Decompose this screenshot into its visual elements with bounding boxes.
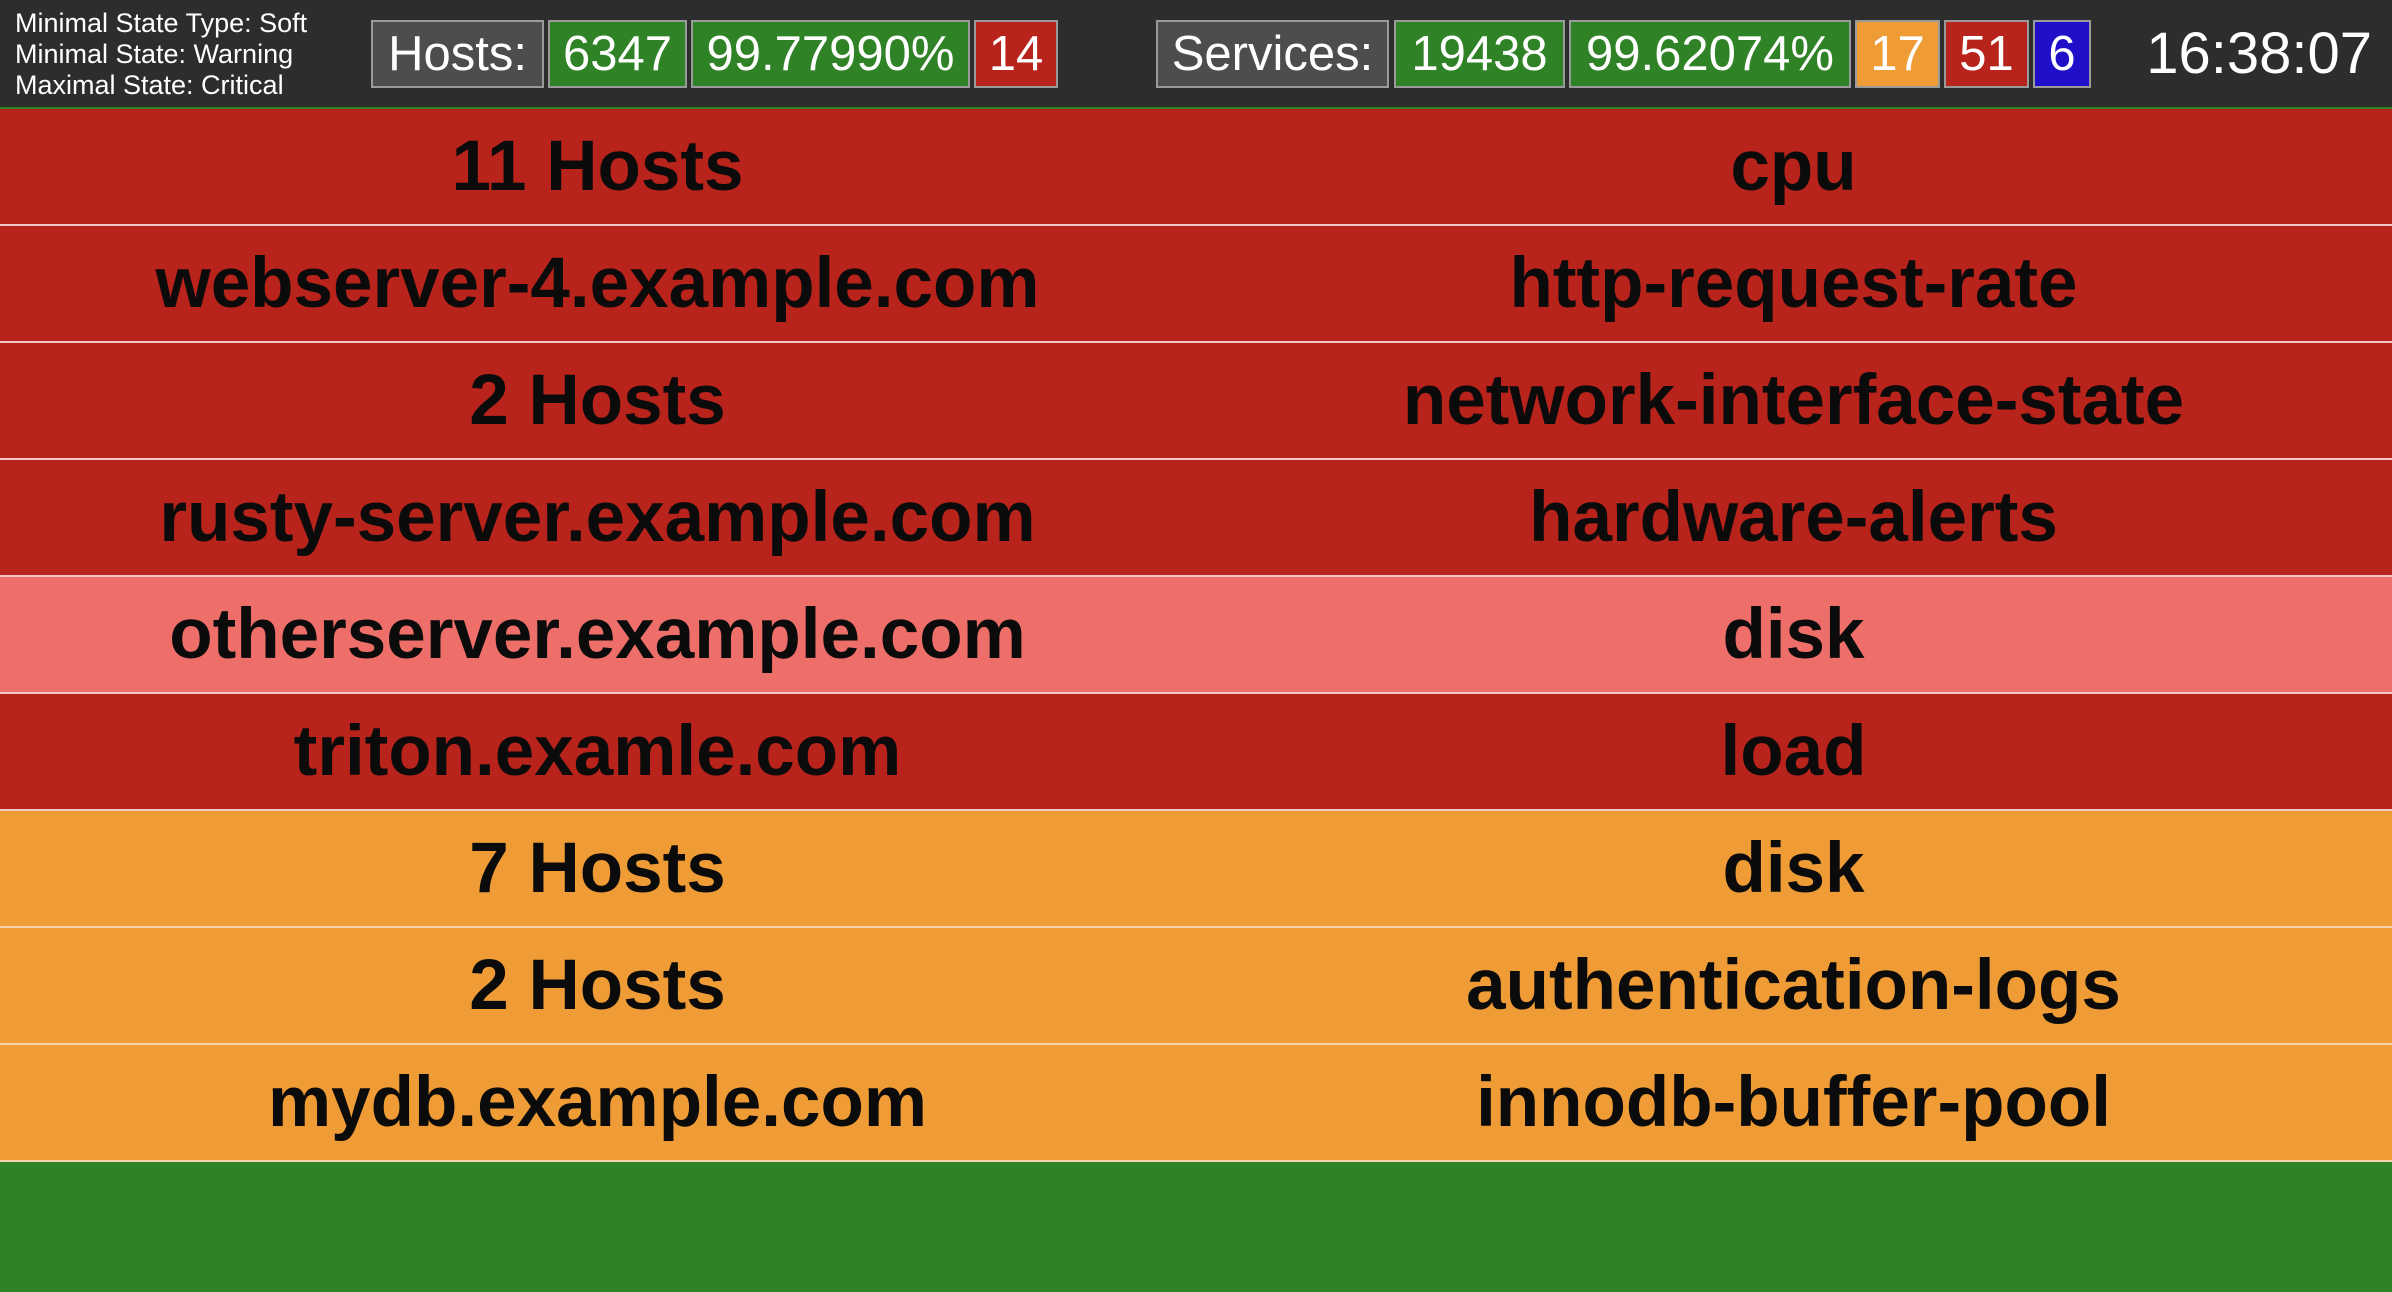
problem-row[interactable]: webserver-4.example.com http-request-rate [0,226,2392,343]
problem-host: webserver-4.example.com [155,244,1040,323]
problem-service: disk [1722,595,1865,674]
problem-service: http-request-rate [1509,244,2078,323]
state-filter-info: Minimal State Type: Soft Minimal State: … [15,8,307,101]
problem-row[interactable]: otherserver.example.com disk [0,577,2392,694]
problem-host: otherserver.example.com [169,595,1026,674]
problem-service: innodb-buffer-pool [1476,1063,2111,1142]
problem-row[interactable]: 7 Hosts disk [0,811,2392,928]
problem-row[interactable]: 2 Hosts network-interface-state [0,343,2392,460]
hosts-availability: 99.77990% [691,20,970,88]
services-critical-count: 51 [1944,20,2029,88]
problem-row[interactable]: 2 Hosts authentication-logs [0,928,2392,1045]
problem-host: 2 Hosts [469,361,726,440]
problem-host: triton.examle.com [293,712,902,791]
services-availability: 99.62074% [1569,20,1851,88]
problem-host: 11 Hosts [451,127,744,206]
problem-service: authentication-logs [1466,946,2121,1025]
problem-host: rusty-server.example.com [159,478,1036,557]
min-state-type-label: Minimal State Type: Soft [15,8,308,38]
problem-host: mydb.example.com [268,1063,927,1142]
problem-host: 7 Hosts [469,829,726,908]
services-unknown-count: 6 [2033,20,2091,88]
hosts-down-count: 14 [974,20,1058,88]
problem-row[interactable]: rusty-server.example.com hardware-alerts [0,460,2392,577]
problem-row[interactable]: mydb.example.com innodb-buffer-pool [0,1045,2392,1162]
services-warning-count: 17 [1855,20,1940,88]
services-label: Services: [1156,20,1389,88]
hosts-summary: Hosts: 6347 99.77990% 14 [371,20,1063,88]
max-state-label: Maximal State: Critical [15,70,284,100]
problem-host: 2 Hosts [469,946,726,1025]
services-total: 19438 [1394,20,1565,88]
hosts-total: 6347 [548,20,687,88]
problem-row[interactable]: 11 Hosts cpu [0,109,2392,226]
header-bar: Minimal State Type: Soft Minimal State: … [0,0,2392,107]
problem-service: disk [1722,829,1865,908]
services-summary: Services: 19438 99.62074% 17 51 6 [1156,20,2093,88]
clock: 16:38:07 [2146,21,2372,86]
hosts-label: Hosts: [371,20,544,88]
problem-service: load [1720,712,1867,791]
problem-list: 11 Hosts cpu webserver-4.example.com http-r… [0,109,2392,1162]
problem-service: network-interface-state [1402,361,2185,440]
problem-service: cpu [1730,127,1857,206]
dashboard: Minimal State Type: Soft Minimal State: … [0,0,2392,1292]
problem-service: hardware-alerts [1529,478,2058,557]
min-state-label: Minimal State: Warning [15,39,294,69]
problem-row[interactable]: triton.examle.com load [0,694,2392,811]
